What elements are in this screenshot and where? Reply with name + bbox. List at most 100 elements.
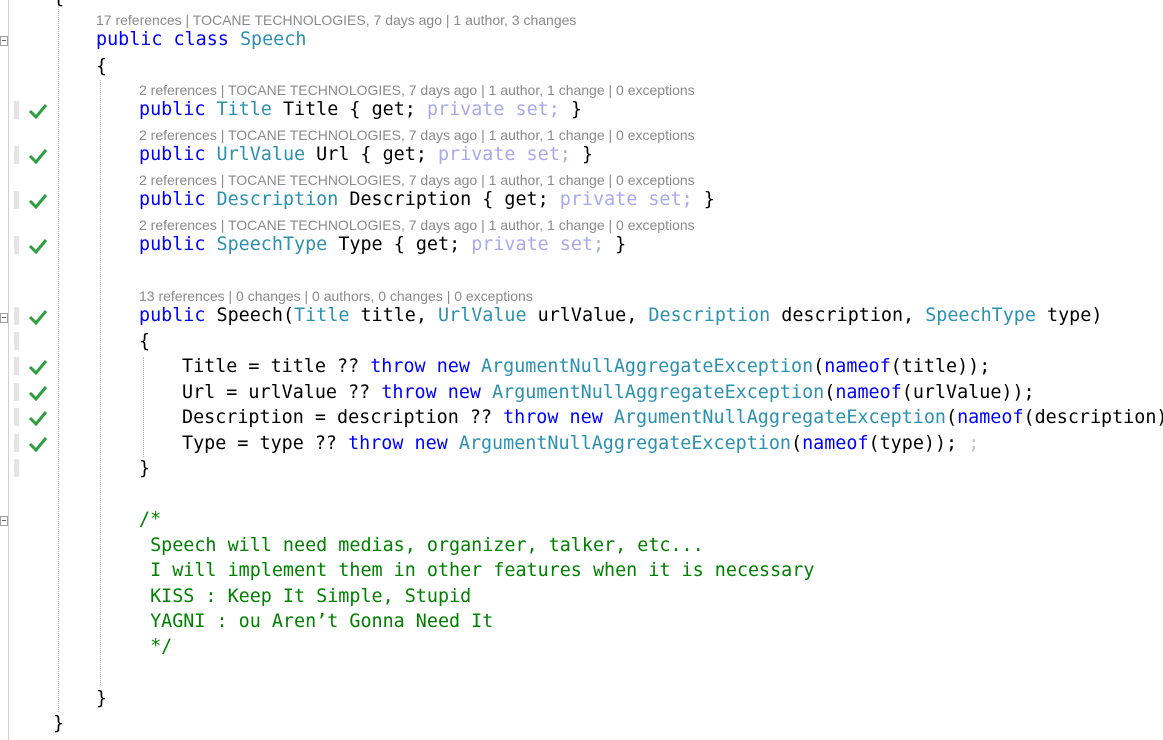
assignment-lhs: Title = title ?? — [182, 356, 371, 377]
keyword: new — [436, 356, 470, 377]
constructor-name: Speech( — [216, 305, 295, 326]
exception-type: ArgumentNullAggregateException — [480, 356, 814, 377]
brace-line: { — [139, 331, 151, 352]
codelens-property[interactable]: 2 references | TOCANE TECHNOLOGIES, 7 da… — [139, 171, 695, 189]
check-icon — [28, 411, 48, 426]
keyword: throw — [503, 407, 559, 428]
param-name: type) — [1047, 305, 1103, 326]
brace-line: { — [53, 0, 64, 10]
change-bar — [14, 434, 19, 452]
change-bar — [14, 357, 19, 375]
keyword: public — [139, 234, 206, 255]
keyword: new — [447, 382, 481, 403]
constructor-signature: public Speech(Title title, UrlValue urlV… — [139, 304, 1102, 328]
fold-icon[interactable] — [0, 36, 8, 46]
keyword: throw — [381, 382, 437, 403]
setter: private set; — [559, 189, 693, 210]
property-name: Url — [316, 144, 350, 165]
codelens-property[interactable]: 2 references | TOCANE TECHNOLOGIES, 7 da… — [139, 81, 695, 99]
comment-line: KISS : Keep It Simple, Stupid — [139, 586, 472, 607]
fold-icon[interactable] — [0, 313, 8, 323]
property-type: public SpeechType Type { get; private se… — [139, 233, 626, 257]
param-name: description, — [781, 305, 915, 326]
getter: { get; — [393, 234, 461, 255]
type-name: Description — [216, 189, 339, 210]
getter: { get; — [360, 144, 427, 165]
check-icon — [28, 310, 48, 325]
comment-line: I will implement them in other features … — [139, 560, 815, 581]
check-icon — [28, 437, 48, 452]
codelens-constructor[interactable]: 13 references | 0 changes | 0 authors, 0… — [139, 287, 533, 305]
type-name: Title — [216, 99, 272, 120]
exception-type: ArgumentNullAggregateException — [492, 382, 825, 403]
gutter-line — [8, 0, 9, 740]
check-icon — [28, 360, 48, 375]
codelens-property[interactable]: 2 references | TOCANE TECHNOLOGIES, 7 da… — [139, 126, 695, 144]
property-url: public UrlValue Url { get; private set; … — [139, 143, 593, 167]
assignment-title: Title = title ?? throw new ArgumentNullA… — [182, 355, 990, 379]
codelens-property[interactable]: 2 references | TOCANE TECHNOLOGIES, 7 da… — [139, 216, 695, 234]
keyword: public — [139, 189, 206, 210]
keyword: nameof — [802, 433, 869, 454]
assignment-arg: (description)); — [1023, 407, 1163, 428]
type-name: UrlValue — [216, 144, 306, 165]
indent-guide — [143, 357, 144, 457]
brace-line: } — [53, 713, 65, 734]
fold-icon[interactable] — [0, 516, 8, 526]
keyword: public class — [96, 29, 229, 50]
change-bar — [14, 146, 19, 164]
param-type: SpeechType — [925, 305, 1036, 326]
assignment-arg: (urlValue)); — [901, 382, 1035, 403]
check-icon — [28, 386, 48, 401]
check-icon — [28, 194, 48, 209]
brace-line: } — [96, 688, 108, 709]
check-icon — [28, 239, 48, 254]
change-bar — [14, 236, 19, 254]
keyword: public — [139, 144, 206, 165]
property-title: public Title Title { get; private set; } — [139, 98, 582, 122]
exception-type: ArgumentNullAggregateException — [613, 407, 947, 428]
property-name: Type — [338, 234, 383, 255]
check-icon — [28, 149, 48, 164]
comment-line: /* — [139, 509, 162, 530]
class-declaration: public class Speech — [96, 28, 306, 52]
assignment-lhs: Url = urlValue ?? — [182, 382, 382, 403]
stray-semicolon: ; — [968, 433, 980, 454]
exception-type: ArgumentNullAggregateException — [458, 433, 792, 454]
indent-guide — [100, 80, 101, 685]
assignment-description: Description = description ?? throw new A… — [182, 406, 1163, 430]
comment-line: YAGNI : ou Aren’t Gonna Need It — [139, 611, 494, 632]
param-name: title, — [360, 305, 427, 326]
param-name: urlValue, — [537, 305, 638, 326]
codelens-class[interactable]: 17 references | TOCANE TECHNOLOGIES, 7 d… — [96, 11, 576, 29]
close-brace: } — [615, 234, 627, 255]
type-name: SpeechType — [216, 234, 328, 255]
assignment-url: Url = urlValue ?? throw new ArgumentNull… — [182, 381, 1035, 405]
keyword: nameof — [957, 407, 1024, 428]
assignment-lhs: Description = description ?? — [182, 407, 504, 428]
paren: ( — [813, 356, 825, 377]
change-bar — [14, 459, 19, 477]
comment-line: */ — [139, 636, 173, 657]
setter: private set; — [471, 234, 605, 255]
keyword: throw — [370, 356, 426, 377]
keyword: nameof — [824, 356, 891, 377]
code-editor[interactable]: { 17 references | TOCANE TECHNOLOGIES, 7… — [0, 0, 1163, 740]
close-brace: } — [703, 189, 715, 210]
change-bar — [14, 408, 19, 426]
setter: private set; — [426, 99, 560, 120]
change-bar — [14, 101, 19, 119]
param-type: UrlValue — [438, 305, 527, 326]
change-bar — [14, 383, 19, 401]
setter: private set; — [437, 144, 571, 165]
indent-guide — [58, 4, 59, 712]
paren: ( — [946, 407, 958, 428]
brace-line: } — [139, 458, 151, 479]
property-name: Title — [282, 99, 339, 120]
keyword: public — [139, 305, 206, 326]
keyword: new — [414, 433, 448, 454]
keyword: throw — [348, 433, 404, 454]
getter: { get; — [482, 189, 549, 210]
close-brace: } — [570, 99, 582, 120]
check-icon — [28, 104, 48, 119]
